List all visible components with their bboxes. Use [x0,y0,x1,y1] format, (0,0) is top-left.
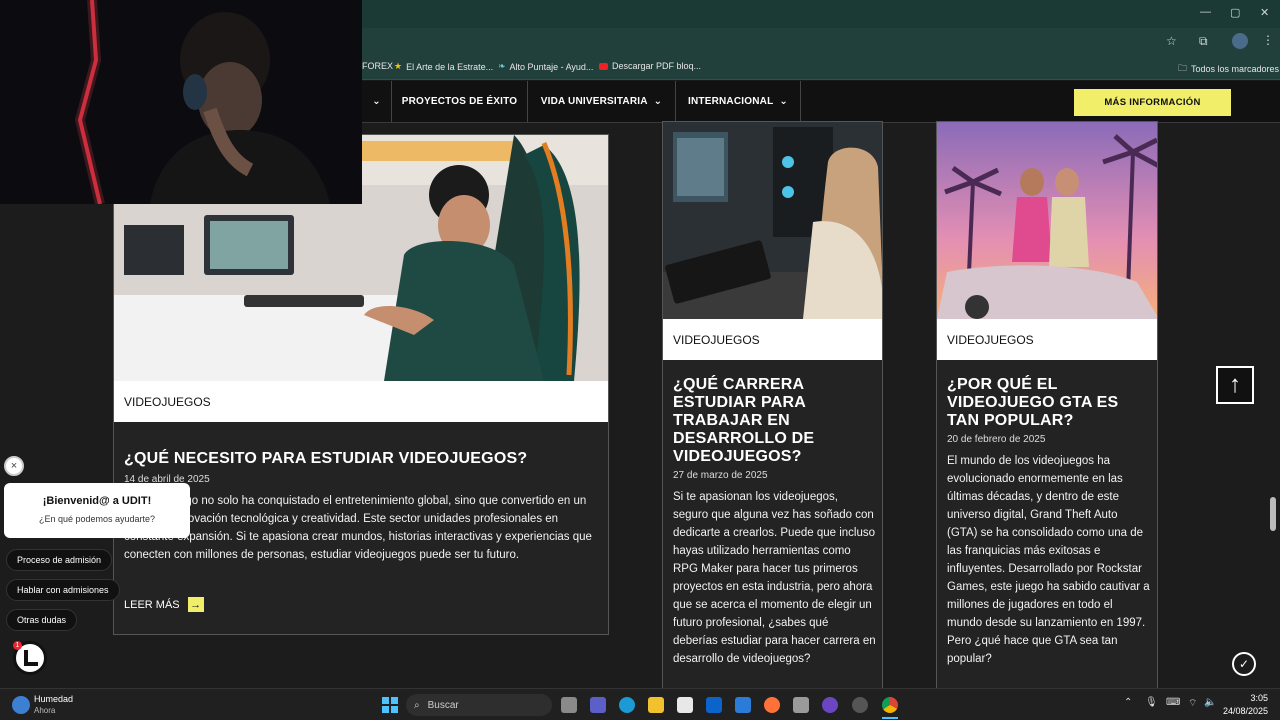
chat-option-hablar[interactable]: Hablar con admisiones [6,579,120,601]
nav-dropdown[interactable]: ⌄ [362,81,392,122]
active-indicator [882,717,898,719]
chrome-icon[interactable] [882,697,898,713]
maximize-icon[interactable]: ▢ [1230,6,1240,19]
taskbar-time[interactable]: 3:05 [1226,693,1268,703]
nav-item-proyectos[interactable]: PROYECTOS DE ÉXITO [392,81,528,122]
article-image [937,122,1157,319]
bookmark-item[interactable]: Descargar PDF bloq... [599,61,701,71]
microphone-icon[interactable]: 🎙 [1145,697,1158,708]
volume-icon[interactable]: 🔈 [1204,697,1216,708]
chevron-down-icon: ⌄ [653,96,663,107]
taskbar-search[interactable]: ⌕ Buscar [406,694,552,716]
category-tag[interactable]: VIDEOJUEGOS [937,319,1157,360]
nav-item-vida-universitaria[interactable]: VIDA UNIVERSITARIA ⌄ [528,81,676,122]
star-icon[interactable]: ☆ [1166,34,1177,48]
menu-kebab-icon[interactable]: ⋮ [1262,33,1274,47]
taskbar-date[interactable]: 24/08/2025 [1222,706,1268,716]
chat-greeting: ¡Bienvenid@ a UDIT! [42,495,152,507]
minimize-icon[interactable]: — [1200,6,1211,18]
webcam-overlay [0,0,362,204]
search-icon: ⌕ [414,699,420,711]
article-excerpt: del videojuego no solo ha conquistado el… [124,495,592,561]
close-window-icon[interactable]: ✕ [1260,6,1269,19]
article-card[interactable]: VIDEOJUEGOS ¿POR QUÉ EL VIDEOJUEGO GTA E… [936,121,1158,696]
youtube-icon [599,62,608,70]
folder-icon: 🗀 [1178,63,1188,73]
article-excerpt: Si te apasionan los videojuegos, seguro … [673,491,876,665]
teams-icon[interactable] [590,697,606,713]
task-view-icon[interactable] [561,697,577,713]
bookmark-item[interactable]: ❧ Alto Puntaje - Ayud... [498,61,593,72]
accessibility-icon[interactable]: ✓ [1232,652,1256,676]
bookmark-item[interactable]: ★ El Arte de la Estrate... [394,61,493,72]
chat-welcome-bubble: ¡Bienvenid@ a UDIT! ¿En qué podemos ayud… [4,483,190,538]
weather-sub: Ahora [34,706,56,715]
article-date: 20 de febrero de 2025 [947,434,1046,445]
edge-icon[interactable] [619,697,635,713]
chat-option-admision[interactable]: Proceso de admisión [6,549,113,571]
category-tag[interactable]: VIDEOJUEGOS [663,319,882,360]
chevron-up-icon[interactable]: ⌃ [1124,697,1132,708]
weather-icon[interactable] [12,696,30,714]
all-bookmarks[interactable]: 🗀 Todos los marcadores [1178,61,1279,77]
category-tag[interactable]: VIDEOJUEGOS [114,381,608,422]
article-card[interactable]: VIDEOJUEGOS ¿QUÉ CARRERA ESTUDIAR PARA T… [662,121,883,696]
star-icon: ★ [394,61,403,71]
leer-mas-link[interactable]: LEER MÁS → [124,597,204,612]
chat-close-button[interactable]: × [4,456,24,476]
store-icon[interactable] [677,697,693,713]
settings-icon[interactable] [852,697,868,713]
app-icon[interactable] [793,697,809,713]
article-title[interactable]: ¿POR QUÉ EL VIDEOJUEGO GTA ES TAN POPULA… [947,376,1147,430]
file-explorer-icon[interactable] [648,697,664,713]
article-title[interactable]: ¿QUÉ NECESITO PARA ESTUDIAR VIDEOJUEGOS? [124,450,594,468]
nav-item-internacional[interactable]: INTERNACIONAL ⌄ [676,81,801,122]
leaf-icon: ❧ [498,61,506,71]
chevron-down-icon: ⌄ [779,96,788,107]
todo-icon[interactable] [735,697,751,713]
profile-avatar[interactable] [1232,33,1248,49]
bookmark-item[interactable]: FOREX [362,61,393,71]
weather-title: Humedad [34,694,74,704]
article-image [663,122,882,319]
keyboard-icon[interactable]: ⌨ [1166,697,1180,708]
blog-grid: VIDEOJUEGOS ¿QUÉ NECESITO PARA ESTUDIAR … [0,121,1280,696]
wifi-icon[interactable]: ⌔ [1188,697,1197,710]
article-excerpt: El mundo de los videojuegos ha evolucion… [947,455,1150,665]
udit-logo-icon-part [24,662,38,666]
windows-start-icon[interactable] [382,697,398,713]
close-icon: × [10,460,18,472]
obs-icon[interactable] [822,697,838,713]
mas-informacion-button[interactable]: MÁS INFORMACIÓN [1074,89,1231,116]
article-title[interactable]: ¿QUÉ CARRERA ESTUDIAR PARA TRABAJAR EN D… [673,376,873,466]
extensions-icon[interactable]: ⧉ [1199,34,1208,49]
article-date: 27 de marzo de 2025 [673,470,768,481]
notification-badge: 1 [13,641,22,650]
scroll-to-top-button[interactable]: ↑ [1216,366,1254,404]
windows-taskbar: Humedad Ahora ⌕ Buscar ⌃ 🎙 ⌨ ⌔ 🔈 3:05 24… [0,688,1280,720]
firefox-icon[interactable] [764,697,780,713]
chevron-down-icon: ⌄ [372,96,381,107]
arrow-right-icon: → [187,597,204,612]
arrow-up-icon: ↑ [1229,371,1241,398]
outlook-icon[interactable] [706,697,722,713]
chat-prompt: ¿En qué podemos ayudarte? [38,514,156,524]
chat-option-otras[interactable]: Otras dudas [6,609,78,631]
article-card[interactable]: VIDEOJUEGOS ¿QUÉ NECESITO PARA ESTUDIAR … [113,134,609,635]
page-scrollbar[interactable] [1270,497,1276,531]
